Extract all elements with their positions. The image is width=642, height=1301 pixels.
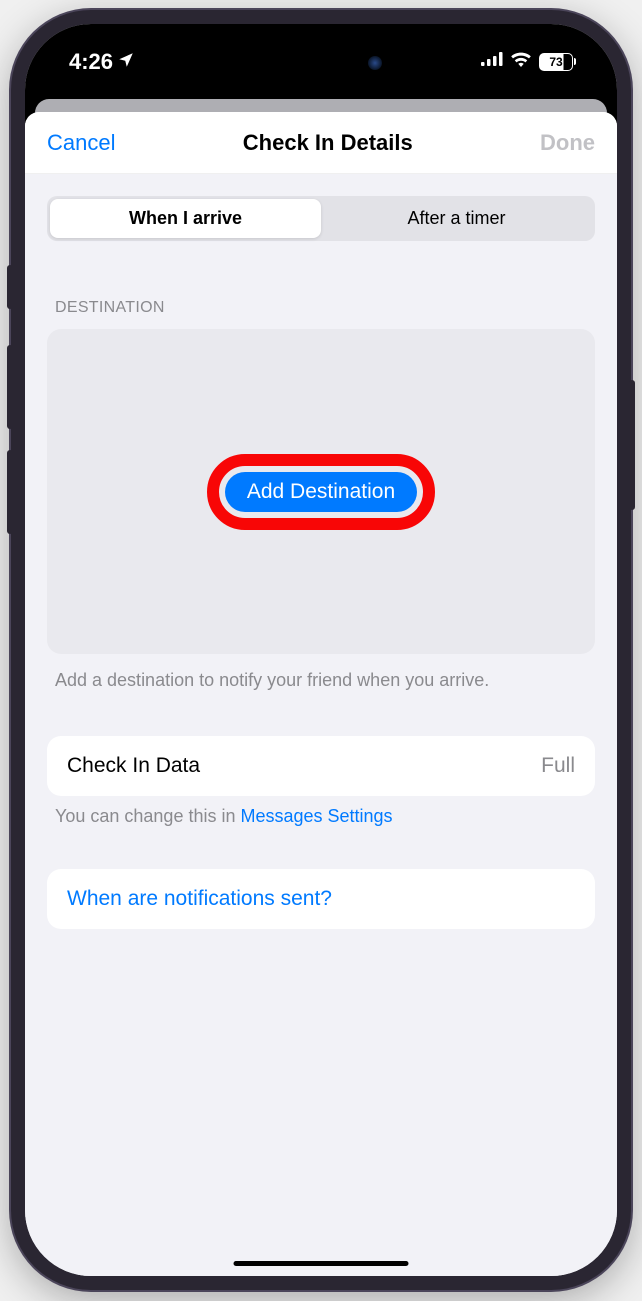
segment-when-i-arrive[interactable]: When I arrive	[50, 199, 321, 238]
check-in-helper-text: You can change this in	[55, 806, 240, 826]
volume-up	[7, 345, 13, 429]
segmented-control[interactable]: When I arrive After a timer	[47, 196, 595, 241]
phone-frame: 4:26	[11, 10, 631, 1290]
page-title: Check In Details	[243, 130, 413, 156]
nav-bar: Cancel Check In Details Done	[25, 112, 617, 174]
cellular-icon	[481, 52, 503, 71]
done-button[interactable]: Done	[540, 130, 595, 156]
segment-after-a-timer[interactable]: After a timer	[321, 199, 592, 238]
content: When I arrive After a timer Destination …	[25, 174, 617, 1276]
check-in-data-label: Check In Data	[67, 754, 200, 778]
status-time: 4:26	[69, 49, 113, 75]
mute-switch	[7, 265, 13, 309]
sheet-backdrop: Cancel Check In Details Done When I arri…	[25, 99, 617, 1276]
destination-panel: Add Destination	[47, 329, 595, 654]
battery-icon: 73	[539, 53, 573, 71]
highlight-ring: Add Destination	[207, 454, 435, 530]
check-in-data-card[interactable]: Check In Data Full	[47, 736, 595, 796]
camera-dot	[368, 56, 382, 70]
screen: 4:26	[25, 24, 617, 1276]
volume-down	[7, 450, 13, 534]
status-right: 73	[481, 51, 573, 72]
check-in-data-row: Check In Data Full	[67, 754, 575, 778]
destination-helper: Add a destination to notify your friend …	[55, 668, 587, 692]
messages-settings-link[interactable]: Messages Settings	[240, 806, 392, 826]
status-left: 4:26	[69, 49, 135, 75]
notifications-link[interactable]: When are notifications sent?	[67, 887, 332, 910]
sheet: Cancel Check In Details Done When I arri…	[25, 112, 617, 1276]
status-bar: 4:26	[25, 24, 617, 99]
notifications-card[interactable]: When are notifications sent?	[47, 869, 595, 929]
location-icon	[117, 49, 135, 75]
cancel-button[interactable]: Cancel	[47, 130, 115, 156]
power-button	[629, 380, 635, 510]
check-in-helper: You can change this in Messages Settings	[55, 806, 587, 827]
wifi-icon	[510, 51, 532, 72]
home-indicator[interactable]	[234, 1261, 409, 1267]
check-in-data-value: Full	[541, 754, 575, 778]
destination-header: Destination	[55, 299, 595, 317]
add-destination-button[interactable]: Add Destination	[225, 472, 417, 512]
